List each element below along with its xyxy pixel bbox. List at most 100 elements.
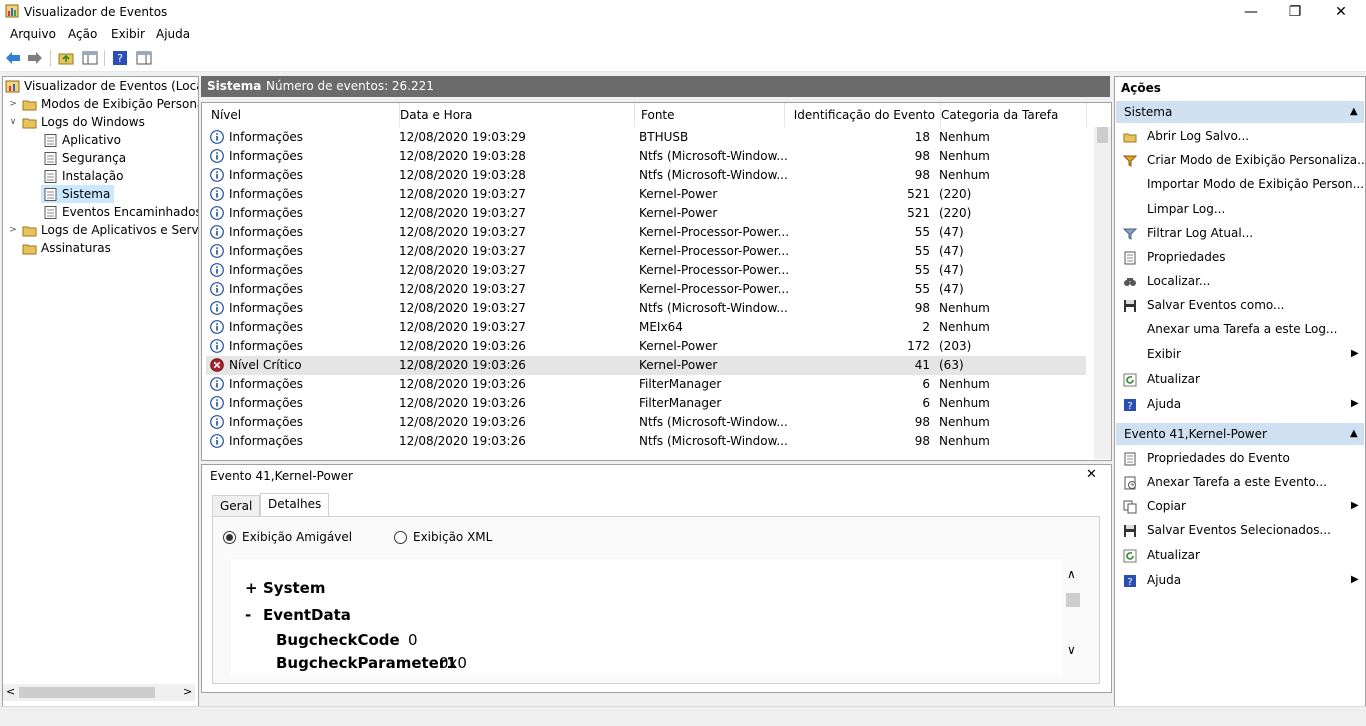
tree-item-system[interactable]: Sistema [41,185,115,203]
tree-item-label: Visualizador de Eventos (Local) [24,79,199,93]
refresh-icon [1123,373,1137,387]
tree-item-windows-logs[interactable]: ∨ Logs do Windows [7,113,145,131]
system-toggle[interactable]: + [245,579,258,597]
tree-item-forwarded[interactable]: Eventos Encaminhados [43,203,198,221]
tree-item-setup[interactable]: Instalação [43,167,123,185]
action-find[interactable]: Localizar... [1147,274,1210,288]
action-properties[interactable]: Propriedades [1147,250,1226,264]
action-attach-task-event[interactable]: Anexar Tarefa a este Evento... [1147,475,1327,489]
action-view[interactable]: Exibir [1147,347,1181,361]
action-copy[interactable]: Copiar [1147,499,1186,513]
show-hide-tree-icon[interactable] [81,49,99,67]
table-row[interactable]: Informações 12/08/2020 19:03:29 BTHUSB Nenh… [206,128,1086,147]
column-header-task-category[interactable]: Categoria da Tarefa [941,103,1087,127]
action-filter-log[interactable]: Filtrar Log Atual... [1147,226,1253,240]
scrollbar-thumb[interactable] [1066,593,1080,607]
submenu-arrow-icon: ▶ [1351,500,1359,511]
action-open-saved-log[interactable]: Abrir Log Salvo... [1147,129,1249,143]
table-row[interactable]: Informações 12/08/2020 19:03:27 Kernel-Pro… [206,242,1086,261]
action-help[interactable]: Ajuda [1147,397,1181,411]
tree-item-root[interactable]: Visualizador de Eventos (Local) [5,77,199,95]
table-row[interactable]: Informações 12/08/2020 19:03:26 FilterMana… [206,375,1086,394]
tree-item-application[interactable]: Aplicativo [43,131,121,149]
table-row[interactable]: Informações 12/08/2020 19:03:26 Ntfs (Micr… [206,432,1086,451]
column-header-source[interactable]: Fonte [641,103,785,127]
scroll-up-icon[interactable]: ∧ [1067,567,1076,581]
log-title: Sistema [207,79,262,93]
table-row[interactable]: Informações 12/08/2020 19:03:28 Ntfs (Micr… [206,166,1086,185]
cell-event-id: 55 [914,244,930,258]
menu-acao[interactable]: Ação [68,27,97,41]
help-icon[interactable]: ? [111,49,129,67]
data-view-scrollbar[interactable]: ∧ ∨ [1065,559,1081,675]
maximize-button[interactable]: ❐ [1272,0,1318,24]
table-row[interactable]: Informações 12/08/2020 19:03:26 Ntfs (Micr… [206,413,1086,432]
action-refresh[interactable]: Atualizar [1147,372,1200,386]
scroll-left-icon[interactable]: < [6,685,15,698]
action-clear-log[interactable]: Limpar Log... [1147,202,1225,216]
friendly-view-radio[interactable]: Exibição Amigável [223,530,352,544]
minimize-button[interactable]: — [1228,0,1274,24]
table-row[interactable]: Informações 12/08/2020 19:03:27 Kernel-Pro… [206,261,1086,280]
action-create-custom-view[interactable]: Criar Modo de Exibição Personaliza... [1147,153,1366,167]
scrollbar-thumb[interactable] [1097,127,1108,143]
chevron-right-icon[interactable]: > [7,99,19,109]
menu-ajuda[interactable]: Ajuda [156,27,190,41]
collapse-icon[interactable]: ▲ [1350,423,1358,445]
action-event-properties[interactable]: Propriedades do Evento [1147,451,1290,465]
column-header-level[interactable]: Nível [206,103,400,127]
cell-date: 12/08/2020 19:03:26 [399,339,526,353]
table-row[interactable]: Informações 12/08/2020 19:03:26 Kernel-Pow… [206,337,1086,356]
scroll-down-icon[interactable]: ∨ [1067,643,1076,657]
tab-details[interactable]: Detalhes [260,493,330,517]
action-attach-task-log[interactable]: Anexar uma Tarefa a este Log... [1147,322,1337,336]
chevron-right-icon[interactable]: > [7,225,19,235]
table-row[interactable]: Informações 12/08/2020 19:03:27 Kernel-Pow… [206,204,1086,223]
table-row[interactable]: Informações 12/08/2020 19:03:26 FilterMana… [206,394,1086,413]
cell-event-id: 55 [914,282,930,296]
collapse-icon[interactable]: ▲ [1350,101,1358,123]
show-hide-actions-icon[interactable] [135,49,153,67]
chevron-down-icon[interactable]: ∨ [7,117,19,127]
menu-arquivo[interactable]: Arquivo [10,27,56,41]
title-bar: Visualizador de Eventos — ❐ ✕ [0,0,1366,24]
action-import-custom-view[interactable]: Importar Modo de Exibição Person... [1147,177,1364,191]
tab-general[interactable]: Geral [212,495,261,517]
log-icon [44,151,57,165]
cell-cat: Nenhum [939,130,990,144]
table-row[interactable]: Informações 12/08/2020 19:03:27 Ntfs (Micr… [206,299,1086,318]
action-save-events[interactable]: Salvar Eventos como... [1147,298,1285,312]
action-help[interactable]: Ajuda [1147,573,1181,587]
xml-view-radio[interactable]: Exibição XML [394,530,492,544]
table-row[interactable]: Informações 12/08/2020 19:03:27 Kernel-Pow… [206,185,1086,204]
table-row[interactable]: Informações 12/08/2020 19:03:28 Ntfs (Micr… [206,147,1086,166]
events-vertical-scrollbar[interactable] [1094,127,1111,459]
close-icon[interactable]: ✕ [1086,467,1097,482]
cell-level: Informações [229,130,304,144]
table-row[interactable]: Informações 12/08/2020 19:03:27 Kernel-Pro… [206,223,1086,242]
tree-item-custom-views[interactable]: > Modos de Exibição Personali [7,95,198,113]
scroll-right-icon[interactable]: > [183,685,192,698]
scrollbar-thumb[interactable] [19,687,155,698]
tree-item-apps-services[interactable]: > Logs de Aplicativos e Serviço [7,221,198,239]
events-rows: Informações 12/08/2020 19:03:29 BTHUSB Nenh… [202,128,1092,460]
action-refresh[interactable]: Atualizar [1147,548,1200,562]
action-save-selected-events[interactable]: Salvar Eventos Selecionados... [1147,523,1331,537]
tree-item-subscriptions[interactable]: Assinaturas [22,239,111,257]
table-row[interactable]: Informações 12/08/2020 19:03:27 Kernel-Pro… [206,280,1086,299]
column-header-date[interactable]: Data e Hora [400,103,635,127]
folder-up-icon[interactable] [57,49,75,67]
actions-section-event[interactable]: Evento 41,Kernel-Power ▲ [1116,423,1364,445]
actions-section-system[interactable]: Sistema ▲ [1116,101,1364,123]
critical-error-icon [210,358,224,372]
tree-horizontal-scrollbar[interactable]: < > [3,684,195,701]
forward-arrow-icon[interactable] [26,49,44,67]
eventdata-toggle[interactable]: - [245,606,251,624]
column-header-event-id[interactable]: Identificação do Evento [792,103,941,127]
table-row[interactable]: Informações 12/08/2020 19:03:27 MEIx64 Nenh… [206,318,1086,337]
back-arrow-icon[interactable] [4,49,22,67]
close-button[interactable]: ✕ [1318,0,1364,24]
menu-exibir[interactable]: Exibir [111,27,145,41]
tree-item-security[interactable]: Segurança [43,149,126,167]
table-row[interactable]: Nível Crítico 12/08/2020 19:03:26 Kernel-P… [206,356,1086,375]
